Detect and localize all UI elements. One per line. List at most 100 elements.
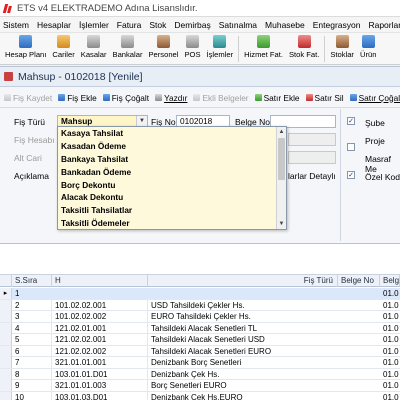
scroll-down-icon[interactable]: ▼ (277, 219, 286, 229)
sube-checkbox[interactable]: ✓ (347, 117, 355, 125)
document-header: Mahsup - 0102018 [Yenile] (0, 67, 400, 87)
menu-satinalma[interactable]: Satınalma (219, 20, 257, 30)
voucher-lines-grid: S.Sıra H Fiş Türü Belge No Belg ▸ 1 01.0… (0, 243, 400, 400)
row-sira: 1 (12, 288, 52, 299)
toolbar-cariler-button[interactable]: Cariler (49, 33, 77, 64)
dropdown-option[interactable]: Bankadan Ödeme (58, 166, 286, 179)
table-row[interactable]: 2 101.02.02.001 USD Tahsildeki Çekler Hs… (0, 299, 400, 311)
toolbar-separator (238, 36, 240, 62)
fis-turu-value: Mahsup (61, 116, 93, 126)
table-row[interactable]: 4 121.02.01.001 Tahsildeki Alacak Senetl… (0, 322, 400, 334)
add-voucher-label: Fiş Ekle (67, 92, 97, 103)
column-header-belge-no[interactable]: Belge No (338, 275, 380, 287)
table-row[interactable]: 5 121.02.02.001 Tahsildeki Alacak Senetl… (0, 334, 400, 346)
row-sira: 10 (12, 391, 52, 400)
attachments-label: Ekli Belgeler (202, 92, 249, 103)
toolbar-stok-fat-button[interactable]: Stok Fat. (286, 33, 322, 64)
toolbar-personel-button[interactable]: Personel (145, 33, 181, 64)
proje-label: Proje (365, 136, 385, 146)
dropdown-option[interactable]: Kasadan Ödeme (58, 140, 286, 153)
dropdown-option[interactable]: Borç Dekontu (58, 179, 286, 192)
dropdown-option[interactable]: Taksitli Ödemeler (58, 217, 286, 230)
menu-bar: Sistem Hesaplar İşlemler Fatura Stok Dem… (0, 17, 400, 33)
copy-row-icon (349, 94, 357, 101)
menu-demirbas[interactable]: Demirbaş (174, 20, 210, 30)
toolbar-stoklar-button[interactable]: Stoklar (327, 33, 357, 64)
save-icon (4, 94, 11, 101)
copy-voucher-button[interactable]: Fiş Çoğalt (102, 93, 149, 103)
dropdown-scrollbar[interactable]: ▲ ▼ (276, 127, 286, 229)
menu-entegrasyon[interactable]: Entegrasyon (313, 20, 361, 30)
grid-indicator-header (0, 275, 12, 287)
attachments-button[interactable]: Ekli Belgeler (193, 92, 249, 103)
row-date: 01.0 (383, 358, 399, 367)
product-icon (361, 35, 375, 48)
row-sira: 4 (12, 322, 52, 334)
delete-row-icon (305, 94, 313, 101)
column-header-sira[interactable]: S.Sıra (12, 275, 52, 287)
save-voucher-button[interactable]: Fiş Kaydet (4, 93, 52, 103)
row-indicator (0, 299, 12, 311)
print-button[interactable]: Yazdır (155, 93, 187, 103)
table-row[interactable]: 10 103.01.03.D01 Denizbank Çek Hs.EURO 0… (0, 391, 400, 400)
toolbar-kasalar-button[interactable]: Kasalar (78, 33, 110, 64)
column-header-hesap[interactable]: H (52, 275, 148, 287)
row-aciklama: Tahsildeki Alacak Senetleri USD (151, 335, 265, 344)
personnel-icon (156, 35, 170, 48)
menu-raporlar[interactable]: Raporlar (368, 20, 400, 30)
toolbar-label: POS (184, 50, 201, 59)
proje-checkbox[interactable] (347, 143, 355, 151)
row-indicator (0, 311, 12, 322)
row-hesap: 103.01.01.D01 (52, 368, 148, 380)
toolbar-pos-button[interactable]: POS (181, 33, 203, 64)
fis-turu-dropdown-list: Kasaya Tahsilat Kasadan Ödeme Bankaya Ta… (57, 126, 287, 230)
scrollbar-thumb[interactable] (278, 138, 285, 180)
add-voucher-button[interactable]: Fiş Ekle (58, 93, 97, 103)
menu-hesaplar[interactable]: Hesaplar (37, 20, 71, 30)
print-label: Yazdır (164, 92, 188, 103)
table-row[interactable]: 6 121.02.02.002 Tahsildeki Alacak Senetl… (0, 345, 400, 357)
row-sira: 2 (12, 299, 52, 311)
toolbar-label: Stoklar (330, 50, 354, 59)
toolbar-bankalar-button[interactable]: Bankalar (110, 33, 146, 64)
save-voucher-label: Fiş Kaydet (13, 92, 53, 103)
window-title: ETS v4 ELEKTRADEMO Adına Lisanslıdır. (17, 2, 198, 14)
toolbar-label: Kasalar (80, 50, 107, 59)
add-row-button[interactable]: Satır Ekle (254, 93, 300, 103)
toolbar-hizmet-fat-button[interactable]: Hizmet Fat. (241, 33, 286, 64)
table-row[interactable]: ▸ 1 01.0 (0, 288, 400, 300)
column-header-fis-turu[interactable]: Fiş Türü (148, 275, 338, 287)
menu-fatura[interactable]: Fatura (117, 20, 142, 30)
row-sira: 7 (12, 357, 52, 368)
dropdown-option[interactable]: Taksitli Tahsilatlar (58, 204, 286, 217)
toolbar-hesap-plani-button[interactable]: Hesap Planı (2, 33, 49, 64)
table-row[interactable]: 9 321.01.01.003 Borç Senetleri EURO 01.0 (0, 380, 400, 392)
dropdown-option[interactable]: Alacak Dekontu (58, 191, 286, 204)
menu-stok[interactable]: Stok (149, 20, 166, 30)
row-indicator (0, 391, 12, 400)
main-toolbar: Hesap Planı Cariler Kasalar Bankalar Per… (0, 33, 400, 65)
row-date: 01.0 (383, 300, 399, 310)
column-header-belge-tarihi[interactable]: Belg (380, 275, 400, 287)
document-toolbar: Fiş Kaydet Fiş Ekle Fiş Çoğalt Yazdır Ek… (0, 88, 400, 108)
toolbar-islemler-button[interactable]: İşlemler (204, 33, 237, 64)
menu-islemler[interactable]: İşlemler (79, 20, 109, 30)
menu-muhasebe[interactable]: Muhasebe (265, 20, 305, 30)
scroll-up-icon[interactable]: ▲ (277, 127, 286, 137)
row-hesap: 101.02.02.001 (52, 299, 148, 311)
dropdown-option[interactable]: Bankaya Tahsilat (58, 153, 286, 166)
row-indicator (0, 357, 12, 368)
dropdown-option[interactable]: Kasaya Tahsilat (58, 127, 286, 140)
table-row[interactable]: 7 321.01.01.001 Denizbank Borç Senetleri… (0, 357, 400, 369)
toolbar-urun-button[interactable]: Ürün (357, 33, 379, 64)
ozel-kod-checkbox[interactable]: ✓ (347, 171, 355, 179)
copy-row-button[interactable]: Satır Çoğalt (349, 93, 400, 103)
alt-cari-field[interactable] (288, 151, 336, 164)
fis-hesabi-field[interactable] (288, 133, 336, 146)
delete-row-button[interactable]: Satır Sil (305, 93, 344, 103)
table-row[interactable]: 3 101.02.02.002 EURO Tahsildeki Çekler H… (0, 311, 400, 323)
menu-sistem[interactable]: Sistem (3, 20, 29, 30)
toolbar-label: Hizmet Fat. (244, 50, 283, 59)
grid-header: S.Sıra H Fiş Türü Belge No Belg (0, 274, 400, 287)
table-row[interactable]: 8 103.01.01.D01 Denizbank Çek Hs. 01.0 (0, 368, 400, 380)
